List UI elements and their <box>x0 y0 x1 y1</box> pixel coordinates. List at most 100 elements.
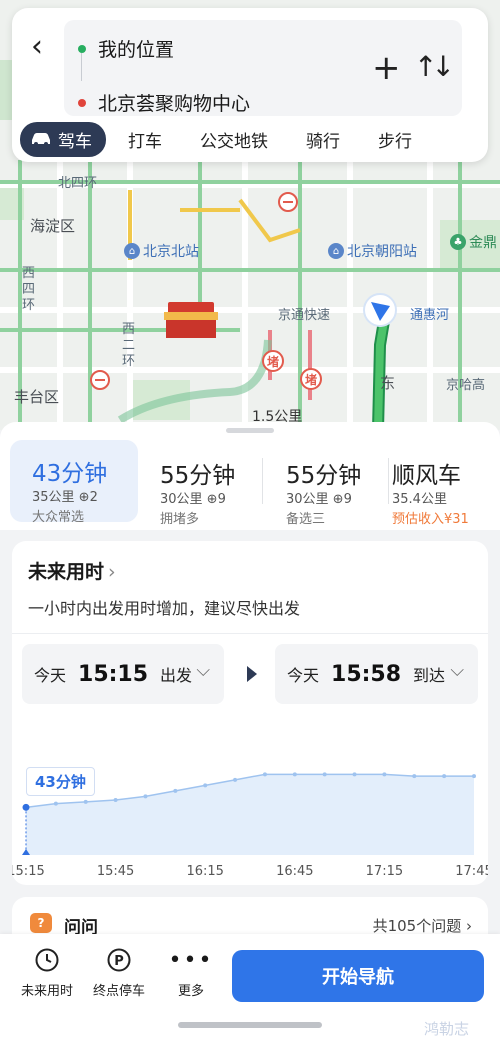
future-time-chart[interactable]: 15:15 15:45 16:15 16:45 17:15 17:45 43分钟 <box>7 725 493 883</box>
origin-field[interactable]: 我的位置 <box>78 35 174 62</box>
destination-field[interactable]: 北京荟聚购物中心 <box>78 89 250 116</box>
chevron-down-icon: ⌵ <box>196 660 210 681</box>
route-option-carpool[interactable]: 顺风车 35.4公里 预估收入¥31 <box>370 442 500 527</box>
chart-point <box>442 774 447 779</box>
no-entry-icon <box>90 370 110 390</box>
jam-marker[interactable]: 堵 <box>262 350 284 372</box>
mode-tabs: 驾车 打车 公交地铁 骑行 步行 <box>20 121 480 157</box>
more-button[interactable]: ••• 更多 <box>156 946 226 1000</box>
route-distance: 35公里 ⊕2 <box>32 490 98 505</box>
chart-point <box>83 799 88 804</box>
chart-point <box>143 794 148 799</box>
chart-point <box>322 772 327 777</box>
map-label-haidian: 海淀区 <box>30 217 76 235</box>
future-time-card: 未来用时 › 一小时内出发用时增加，建议尽快出发 今天 15:15 出发 ⌵ 今天… <box>7 541 493 885</box>
chart-point <box>173 788 178 793</box>
divider <box>262 458 263 504</box>
chart-point <box>22 803 30 811</box>
chart-point <box>53 801 58 806</box>
chart-point <box>412 774 417 779</box>
swap-route-icon[interactable]: ↑↓ <box>414 50 455 83</box>
poi-beijing-north[interactable]: ⌂ 北京北站 <box>124 241 199 261</box>
chevron-down-icon: ⌵ <box>450 660 464 681</box>
tab-walk[interactable]: 步行 <box>378 127 412 152</box>
poi-beijing-chaoyang[interactable]: ⌂ 北京朝阳站 <box>328 241 417 261</box>
map-label-jingha: 京哈高 <box>446 378 486 393</box>
chart-tick-label: 17:45 <box>455 864 488 879</box>
train-station-icon: ⌂ <box>328 243 344 259</box>
route-time: 顺风车 <box>392 463 461 489</box>
more-icon: ••• <box>168 947 214 973</box>
chart-tick-label: 16:15 <box>186 864 223 879</box>
chart-point <box>472 774 476 779</box>
qa-count[interactable]: 共105个问题 › <box>373 915 472 936</box>
chart-tick-label: 15:15 <box>12 864 45 879</box>
route-tag: 大众常选 <box>32 510 85 525</box>
route-distance: 30公里 ⊕9 <box>160 492 226 507</box>
park-icon: ♣ <box>450 234 466 250</box>
chart-tick-label: 16:45 <box>276 864 313 879</box>
chart-point <box>113 798 118 802</box>
chart-point <box>292 772 297 777</box>
map-label-beisihuan: 北四环 <box>58 176 98 191</box>
chart-point <box>262 772 267 777</box>
route-option-2[interactable]: 55分钟 30公里 ⊕9 拥堵多 <box>138 442 262 527</box>
svg-text:P: P <box>114 954 124 969</box>
depart-time-select[interactable]: 今天 15:15 出发 ⌵ <box>22 644 224 704</box>
route-distance: 35.4公里 <box>392 492 447 507</box>
route-distance: 30公里 ⊕9 <box>286 492 352 507</box>
current-time-label: 43分钟 <box>26 767 95 796</box>
parking-button[interactable]: P 终点停车 <box>84 946 154 999</box>
divider <box>12 633 488 634</box>
tab-taxi[interactable]: 打车 <box>128 127 162 152</box>
chart-point <box>382 772 387 777</box>
start-navigation-button[interactable]: 开始导航 <box>232 950 484 1002</box>
map-label-tonghui: 通惠河 <box>410 308 450 323</box>
tab-bike[interactable]: 骑行 <box>306 127 340 152</box>
parking-icon: P <box>105 946 133 974</box>
jam-marker[interactable]: 堵 <box>300 368 322 390</box>
chevron-right-icon: › <box>108 561 116 583</box>
map-label-xisihuan: 西四环 <box>22 266 36 313</box>
future-time-button[interactable]: 未来用时 <box>12 946 82 999</box>
route-tag: 拥堵多 <box>160 512 200 527</box>
no-entry-icon <box>278 192 298 212</box>
route-tag: 预估收入¥31 <box>392 512 469 527</box>
origin-dot-icon <box>78 44 86 53</box>
home-indicator[interactable] <box>178 1022 322 1028</box>
route-time: 55分钟 <box>160 463 236 489</box>
future-time-title[interactable]: 未来用时 › <box>28 557 116 584</box>
destination-dot-icon <box>78 98 86 107</box>
chart-svg: 15:15 15:45 16:15 16:45 17:15 17:45 <box>7 772 493 879</box>
map-label-jingtong: 京通快速 <box>278 308 331 323</box>
clock-icon <box>33 946 61 974</box>
question-icon: ? <box>30 913 52 933</box>
map-label-xierhuan: 西二环 <box>122 322 136 369</box>
back-icon[interactable]: ‹ <box>22 26 52 66</box>
route-time: 43分钟 <box>32 461 108 487</box>
watermark: 鸿勒志 <box>424 1020 470 1038</box>
map-label-fengtai: 丰台区 <box>14 388 60 406</box>
bottom-action-bar: 未来用时 P 终点停车 ••• 更多 开始导航 鸿勒志 <box>0 934 500 1038</box>
map-label-dong: 东 <box>380 374 396 392</box>
tab-drive[interactable]: 驾车 <box>20 121 106 157</box>
route-connector <box>81 53 82 81</box>
chart-tick-label: 17:15 <box>366 864 403 879</box>
route-inputs: 我的位置 北京荟聚购物中心 + ↑↓ <box>64 20 462 116</box>
chart-point <box>233 777 238 782</box>
tiananmen-icon <box>164 302 218 338</box>
route-time: 55分钟 <box>286 463 362 489</box>
route-options-panel: 43分钟 35公里 ⊕2 大众常选 55分钟 30公里 ⊕9 拥堵多 55分钟 … <box>0 422 500 530</box>
train-station-icon: ⌂ <box>124 243 140 259</box>
route-tag: 备选三 <box>286 512 326 527</box>
chart-tick-label: 15:45 <box>97 864 134 879</box>
arrive-time-select[interactable]: 今天 15:58 到达 ⌵ <box>275 644 478 704</box>
tab-transit[interactable]: 公交地铁 <box>200 127 268 152</box>
future-time-desc: 一小时内出发用时增加，建议尽快出发 <box>28 599 301 618</box>
add-waypoint-icon[interactable]: + <box>372 48 401 88</box>
route-option-1[interactable]: 43分钟 35公里 ⊕2 大众常选 <box>10 440 138 525</box>
poi-jinding[interactable]: ♣ 金鼎 <box>450 232 497 252</box>
play-arrow-icon <box>247 666 257 682</box>
chart-point <box>352 772 357 777</box>
drag-handle[interactable] <box>226 428 274 433</box>
